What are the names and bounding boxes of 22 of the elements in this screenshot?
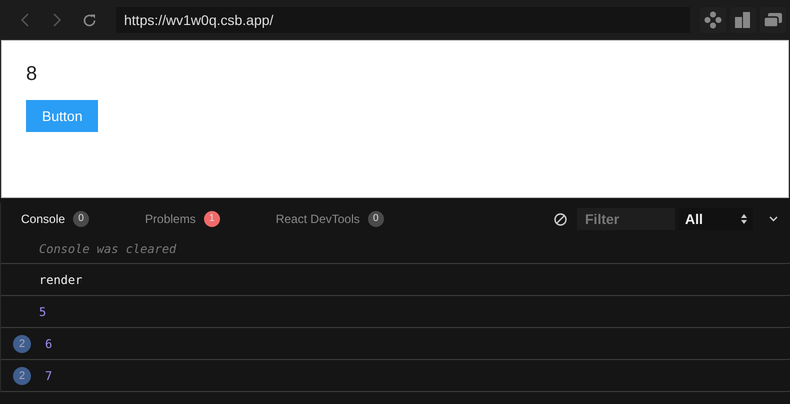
chevron-down-icon[interactable] bbox=[769, 216, 778, 222]
counter-value: 8 bbox=[26, 63, 38, 86]
devtools-tab[interactable]: Console bbox=[21, 212, 66, 226]
log-message: Console was cleared bbox=[39, 242, 176, 256]
level-select[interactable]: All bbox=[679, 208, 753, 230]
log-message: render bbox=[39, 272, 82, 286]
count-badge: 0 bbox=[368, 211, 384, 227]
devtools-tab[interactable]: Problems bbox=[145, 212, 196, 226]
count-badge: 1 bbox=[204, 211, 220, 227]
filter-field[interactable]: Filter bbox=[577, 208, 675, 230]
repeat-count-badge: 2 bbox=[13, 366, 31, 384]
count-badge: 0 bbox=[73, 211, 90, 227]
repeat-count-badge: 2 bbox=[13, 334, 31, 352]
log-message: 6 bbox=[45, 336, 52, 350]
url-field[interactable]: https://wv1w0q.csb.app/ bbox=[116, 7, 690, 33]
log-message: 7 bbox=[45, 368, 52, 382]
log-message: 5 bbox=[39, 304, 46, 318]
clear-console-icon[interactable] bbox=[554, 212, 567, 226]
up-down-arrows-icon bbox=[741, 214, 747, 224]
windows-icon[interactable] bbox=[760, 7, 786, 33]
diamond-dots-icon[interactable] bbox=[700, 7, 726, 33]
devtools-tab[interactable]: React DevTools bbox=[276, 212, 360, 226]
